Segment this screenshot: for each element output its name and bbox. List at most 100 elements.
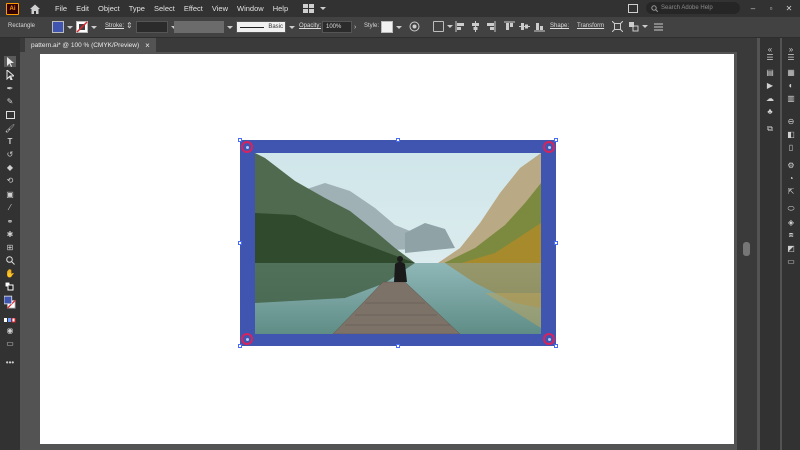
navigator-icon[interactable]: ⚙ — [785, 160, 797, 170]
libraries-icon[interactable]: ▤ — [764, 67, 776, 77]
stroke-swatch-control[interactable] — [76, 21, 97, 33]
fill-stroke-swatches[interactable] — [4, 294, 16, 312]
brush-definition-field[interactable]: Basic — [236, 21, 286, 33]
resize-handle-nw[interactable] — [238, 138, 242, 142]
stroke-label[interactable]: Stroke: — [105, 23, 124, 29]
align-left-icon[interactable] — [455, 21, 466, 32]
graphic-styles-icon[interactable]: ▥ — [785, 93, 797, 103]
isolate-icon[interactable] — [612, 21, 623, 32]
align-top-icon[interactable] — [504, 21, 515, 32]
resize-handle-sw[interactable] — [238, 344, 242, 348]
resize-handle-n[interactable] — [396, 138, 400, 142]
free-transform-icon[interactable]: ▣ — [4, 189, 16, 200]
stroke-weight-field[interactable] — [136, 21, 177, 33]
screen-mode-icon[interactable]: ▭ — [4, 338, 16, 349]
stroke-none-swatch[interactable] — [76, 21, 88, 33]
menu-effect[interactable]: Effect — [184, 4, 203, 13]
workspace-switcher[interactable] — [303, 4, 327, 13]
transform-label[interactable]: Transform — [577, 23, 604, 29]
layers-icon[interactable]: ☰ — [785, 52, 797, 62]
variable-width-profile[interactable] — [174, 21, 233, 33]
opacity-field[interactable]: 100% › — [322, 21, 356, 33]
search-input[interactable]: Search Adobe Help — [646, 2, 740, 14]
default-colors-icon[interactable] — [4, 281, 16, 292]
direct-selection-icon[interactable] — [4, 69, 16, 80]
panel-menu-icon[interactable] — [653, 21, 664, 32]
landscape-image[interactable] — [255, 153, 541, 334]
menu-type[interactable]: Type — [129, 4, 145, 13]
stroke-weight-stepper[interactable]: ⇕ — [126, 21, 133, 30]
document-tab[interactable]: pattern.ai* @ 100 % (CMYK/Preview) × — [25, 38, 156, 52]
align-right-icon[interactable] — [485, 21, 496, 32]
selected-rectangle[interactable] — [238, 138, 558, 348]
resize-handle-ne[interactable] — [554, 138, 558, 142]
pen-icon[interactable]: ✒ — [4, 83, 16, 94]
more-tools-icon[interactable]: ••• — [4, 357, 16, 368]
align-to-icon[interactable] — [433, 21, 444, 32]
symbols-icon[interactable]: ♣ — [764, 106, 776, 116]
menu-select[interactable]: Select — [154, 4, 175, 13]
menu-edit[interactable]: Edit — [76, 4, 89, 13]
color-guide-icon[interactable]: ◧ — [785, 129, 797, 139]
char-icon[interactable]: ◔ — [785, 173, 797, 183]
properties-icon[interactable]: ☰ — [764, 52, 776, 62]
scrollbar-thumb[interactable] — [743, 242, 750, 256]
rectangle-icon[interactable] — [4, 109, 16, 120]
maximize-button[interactable]: ▫ — [766, 3, 776, 13]
opacity-input[interactable]: 100% — [322, 21, 352, 33]
artboards-icon[interactable]: ⧈ — [785, 230, 797, 240]
artboard-icon[interactable]: ⊞ — [4, 242, 16, 253]
corner-radius-widget-tr[interactable] — [543, 141, 555, 153]
corner-radius-widget-br[interactable] — [543, 333, 555, 345]
close-tab-icon[interactable]: × — [145, 41, 150, 50]
chevron-right-icon[interactable]: › — [354, 24, 356, 31]
align-icon[interactable]: ◩ — [785, 243, 797, 253]
shape-label[interactable]: Shape: — [550, 23, 569, 29]
menu-window[interactable]: Window — [237, 4, 264, 13]
arrange-documents-icon[interactable] — [628, 3, 638, 13]
corner-radius-widget-bl[interactable] — [241, 333, 253, 345]
brushes-icon[interactable]: ◐ — [785, 80, 797, 90]
eraser-icon[interactable]: ◆ — [4, 162, 16, 173]
drawing-mode-icon[interactable]: ◉ — [4, 325, 16, 336]
links-icon[interactable]: ⊖ — [785, 116, 797, 126]
close-window-button[interactable]: ✕ — [784, 3, 794, 13]
vertical-scrollbar[interactable] — [737, 52, 757, 450]
fill-swatch-control[interactable] — [52, 21, 73, 33]
selection-icon[interactable] — [4, 56, 16, 67]
brush-definition-control[interactable]: Basic — [236, 21, 295, 33]
graphic-style-control[interactable] — [381, 21, 402, 33]
menu-view[interactable]: View — [212, 4, 228, 13]
minimize-button[interactable]: – — [748, 3, 758, 13]
zoom-icon[interactable] — [4, 255, 16, 266]
cc-libraries-icon[interactable]: ☁ — [764, 93, 776, 103]
corner-radius-widget-tl[interactable] — [241, 141, 253, 153]
align-center-icon[interactable] — [470, 21, 481, 32]
menu-object[interactable]: Object — [98, 4, 120, 13]
appearance-icon[interactable]: ⬭ — [785, 204, 797, 214]
resize-handle-e[interactable] — [554, 241, 558, 245]
export-icon[interactable]: ⇱ — [785, 186, 797, 196]
swatches-icon[interactable]: ▦ — [785, 67, 797, 77]
home-icon[interactable] — [29, 3, 41, 15]
stepper-arrows-icon[interactable]: ⇕ — [126, 21, 133, 30]
resize-handle-w[interactable] — [238, 241, 242, 245]
canvas-area[interactable] — [20, 52, 757, 450]
variable-width-input[interactable] — [174, 21, 224, 33]
align-to-control[interactable] — [433, 21, 453, 32]
graphic-style-swatch[interactable] — [381, 21, 393, 33]
menu-help[interactable]: Help — [273, 4, 288, 13]
paintbrush-icon[interactable]: 🖌 — [4, 123, 16, 134]
stroke-weight-input[interactable] — [136, 21, 168, 33]
resize-handle-s[interactable] — [396, 344, 400, 348]
recolor-artwork-icon[interactable] — [409, 21, 420, 32]
hand-icon[interactable]: ✋ — [4, 268, 16, 279]
layers-stack-icon[interactable]: ◈ — [785, 217, 797, 227]
artboard[interactable] — [40, 54, 734, 444]
actions-play-icon[interactable]: ▶ — [764, 80, 776, 90]
document-info-icon[interactable]: ▯ — [785, 142, 797, 152]
symbol-sprayer-icon[interactable]: ✱ — [4, 229, 16, 240]
eyedropper-icon[interactable]: ⁄ — [4, 202, 16, 213]
scale-icon[interactable]: ⟲ — [4, 175, 16, 186]
resize-handle-se[interactable] — [554, 344, 558, 348]
